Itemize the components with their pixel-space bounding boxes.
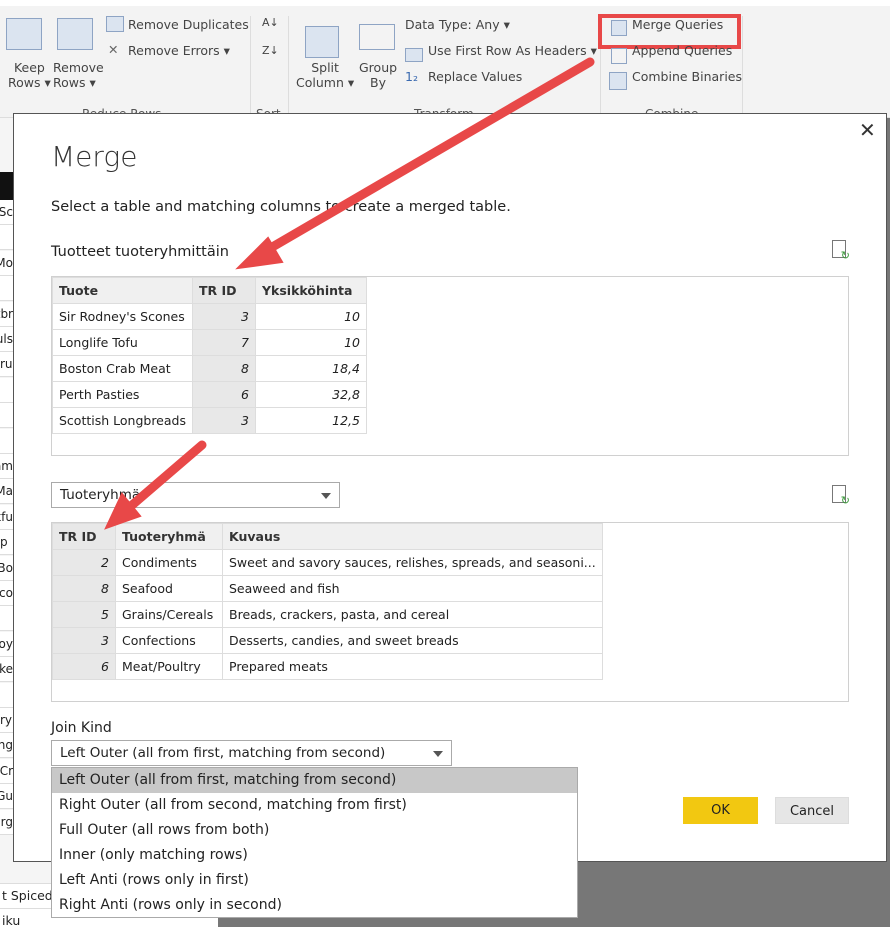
- arrow-line: [257, 57, 595, 258]
- annotation-arrows: [104, 57, 595, 530]
- arrow-line: [119, 440, 207, 517]
